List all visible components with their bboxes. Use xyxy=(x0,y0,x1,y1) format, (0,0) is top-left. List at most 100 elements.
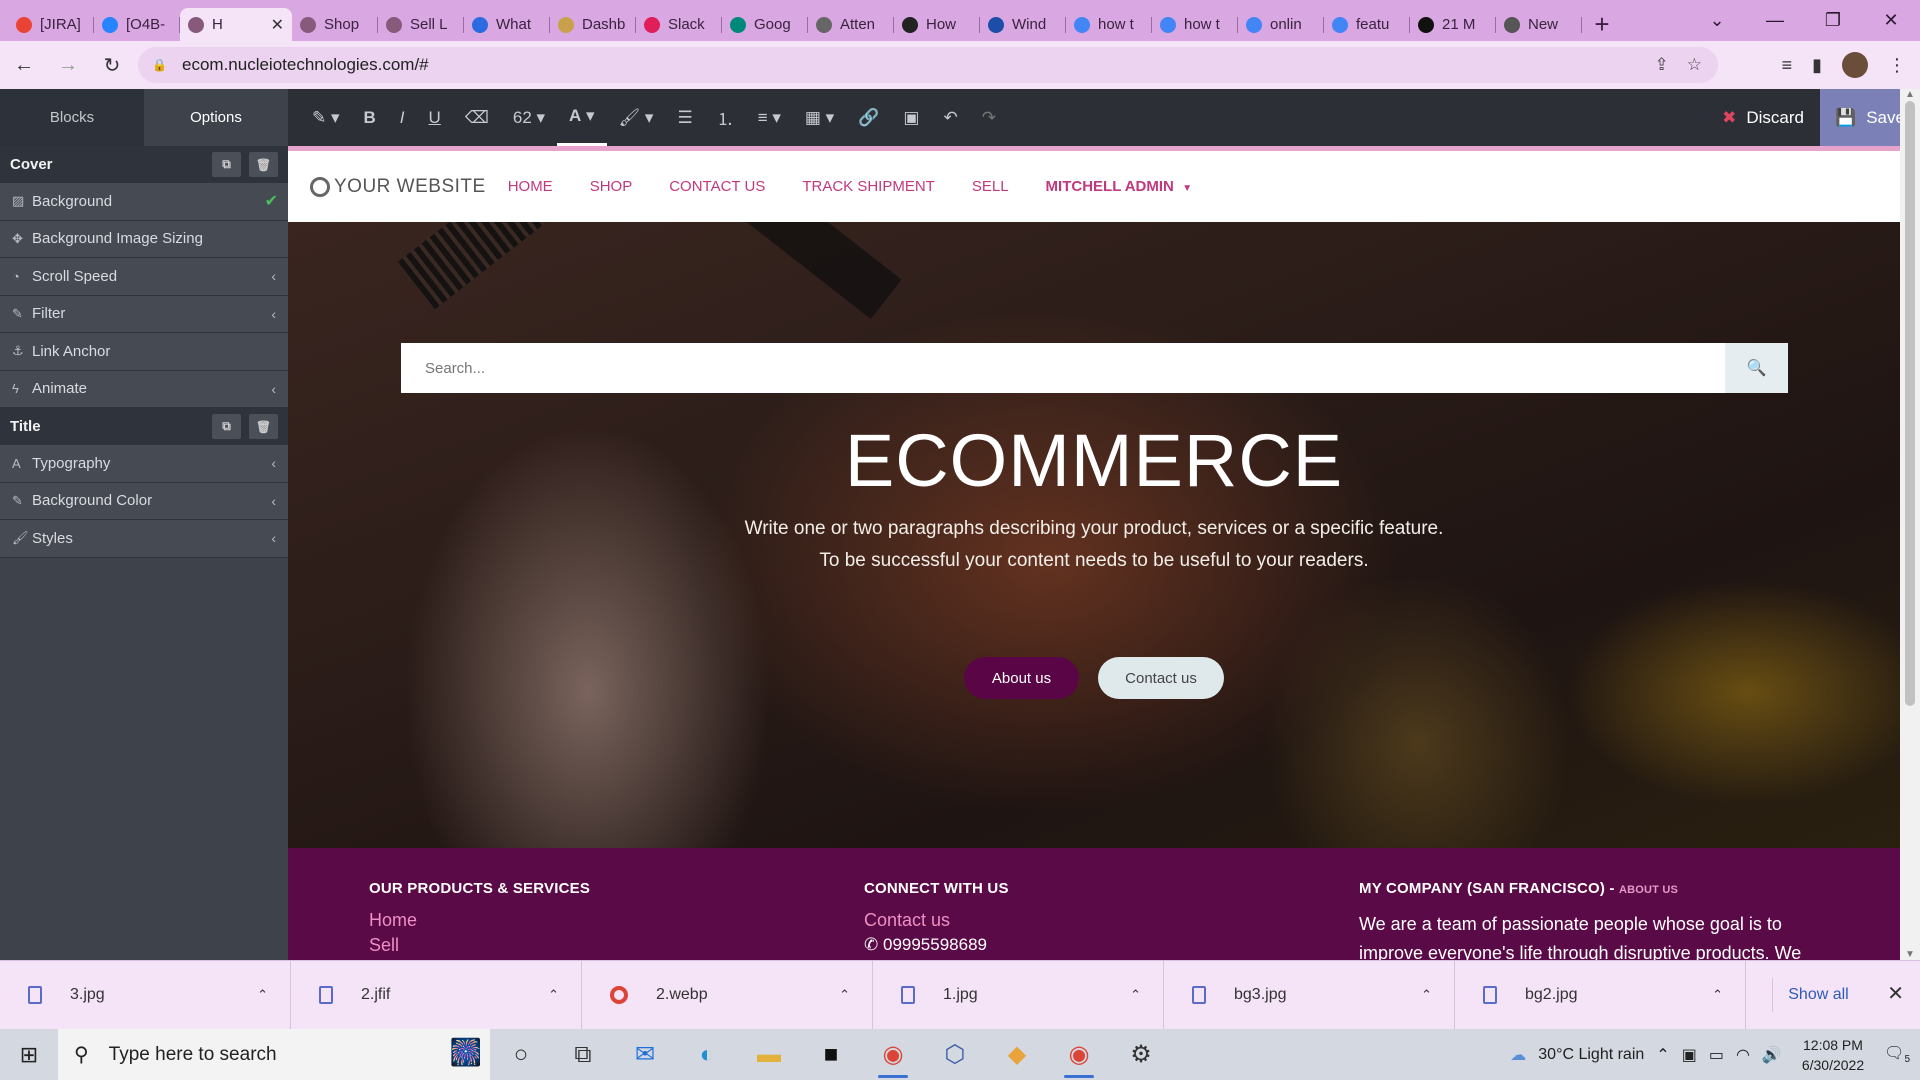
scrollbar-thumb[interactable] xyxy=(1905,101,1915,706)
link-icon[interactable]: 🔗 xyxy=(846,89,891,146)
eraser-icon[interactable]: ⌫ xyxy=(453,89,501,146)
footer-link-contact[interactable]: Contact us xyxy=(864,910,1009,931)
chevron-up-icon[interactable]: ⌃ xyxy=(548,987,559,1003)
sidebar-option[interactable]: ϟ Animate ‹ xyxy=(0,370,288,408)
virtualbox-icon[interactable]: ⬡ xyxy=(924,1029,986,1080)
nav-track-shipment[interactable]: TRACK SHIPMENT xyxy=(802,178,935,195)
tab-options[interactable]: Options xyxy=(144,89,288,146)
contact-us-button[interactable]: Contact us xyxy=(1098,657,1224,699)
restore-button[interactable]: ❐ xyxy=(1804,0,1862,41)
hero-cover[interactable]: 🔍 ECOMMERCE Write one or two paragraphs … xyxy=(288,222,1900,848)
hero-paragraph[interactable]: Write one or two paragraphs describing y… xyxy=(288,513,1900,577)
chevron-up-icon[interactable]: ⌃ xyxy=(1421,987,1432,1003)
browser-tab[interactable]: [O4B- xyxy=(94,8,180,41)
tray-chevron-up-icon[interactable]: ⌃ xyxy=(1656,1045,1669,1065)
tab-search-icon[interactable]: ⌄ xyxy=(1688,0,1746,41)
hero-title[interactable]: ECOMMERCE xyxy=(288,418,1900,503)
italic-button[interactable]: I xyxy=(388,89,417,146)
about-us-small-link[interactable]: ABOUT US xyxy=(1619,884,1678,896)
side-panel-icon[interactable]: ▮ xyxy=(1812,55,1822,76)
sidebar-option[interactable]: ✎ Filter ‹ xyxy=(0,295,288,333)
browser-tab[interactable]: Dashb xyxy=(550,8,636,41)
browser-tab[interactable]: [JIRA] xyxy=(8,8,94,41)
about-us-button[interactable]: About us xyxy=(964,657,1079,699)
bullet-list-icon[interactable]: ☰ xyxy=(665,89,704,146)
browser-tab[interactable]: Wind xyxy=(980,8,1066,41)
nav-home[interactable]: HOME xyxy=(508,178,553,195)
bookmark-star-icon[interactable]: ☆ xyxy=(1687,55,1702,75)
trash-icon[interactable]: 🗑 xyxy=(249,414,278,439)
scroll-up-arrow-icon[interactable]: ▲ xyxy=(1905,89,1915,100)
chevron-up-icon[interactable]: ⌃ xyxy=(839,987,850,1003)
font-size-dropdown[interactable]: 62 ▾ xyxy=(501,89,557,146)
browser-tab[interactable]: how t xyxy=(1152,8,1238,41)
notifications-icon[interactable]: 🗨5 xyxy=(1884,1043,1910,1065)
download-item[interactable]: 2.webp ⌃ xyxy=(582,960,873,1030)
trash-icon[interactable]: 🗑 xyxy=(249,152,278,177)
align-dropdown[interactable]: ≡ ▾ xyxy=(746,89,793,146)
reading-list-icon[interactable]: ≡ xyxy=(1782,55,1793,76)
download-item[interactable]: 1.jpg ⌃ xyxy=(873,960,1164,1030)
footer-link-sell[interactable]: Sell xyxy=(369,935,590,956)
close-tab-icon[interactable]: ✕ xyxy=(271,15,284,35)
sublime-icon[interactable]: ◆ xyxy=(986,1029,1048,1080)
cortana-icon[interactable]: ○ xyxy=(490,1029,552,1080)
edge-icon[interactable]: ◐ xyxy=(676,1029,738,1080)
footer-link-home[interactable]: Home xyxy=(369,910,590,931)
redo-icon[interactable]: ↷ xyxy=(970,89,1008,146)
download-item[interactable]: bg3.jpg ⌃ xyxy=(1164,960,1455,1030)
download-item[interactable]: 3.jpg ⌃ xyxy=(0,960,291,1030)
chevron-up-icon[interactable]: ⌃ xyxy=(1130,987,1141,1003)
sidebar-option[interactable]: A Typography ‹ xyxy=(0,445,288,483)
duplicate-icon[interactable]: ⧉ xyxy=(212,152,241,177)
minimize-button[interactable]: — xyxy=(1746,0,1804,41)
address-bar[interactable]: 🔒 ecom.nucleiotechnologies.com/# ⇪ ☆ xyxy=(138,47,1718,83)
profile-avatar[interactable] xyxy=(1842,52,1868,78)
download-item[interactable]: bg2.jpg ⌃ xyxy=(1455,960,1746,1030)
nav-sell[interactable]: SELL xyxy=(972,178,1009,195)
table-dropdown[interactable]: ▦ ▾ xyxy=(793,89,846,146)
forward-button[interactable]: → xyxy=(48,45,88,85)
task-view-icon[interactable]: ⧉ xyxy=(552,1029,614,1080)
undo-icon[interactable]: ↶ xyxy=(931,89,969,146)
magic-wand-dropdown[interactable]: ✎ ▾ xyxy=(300,89,352,146)
download-item[interactable]: 2.jfif ⌃ xyxy=(291,960,582,1030)
show-all-downloads-button[interactable]: Show all xyxy=(1772,978,1864,1012)
weather-icon[interactable]: ☁ xyxy=(1510,1045,1526,1065)
sidebar-option[interactable]: ✥ Background Image Sizing xyxy=(0,220,288,258)
page-scrollbar[interactable]: ▲ ▼ xyxy=(1900,89,1920,960)
tray-app-icon[interactable]: ▣ xyxy=(1682,1045,1697,1065)
text-color-dropdown[interactable]: A ▾ xyxy=(557,89,607,146)
browser-tab[interactable]: How xyxy=(894,8,980,41)
volume-icon[interactable]: 🔊 xyxy=(1762,1045,1782,1065)
browser-tab[interactable]: What xyxy=(464,8,550,41)
sidebar-option[interactable]: ▨ Background ✔ xyxy=(0,183,288,221)
browser-tab[interactable]: New xyxy=(1496,8,1582,41)
weather-text[interactable]: 30°C Light rain xyxy=(1538,1046,1644,1064)
media-icon[interactable]: ▣ xyxy=(891,89,931,146)
search-input[interactable] xyxy=(401,343,1725,393)
sidebar-option[interactable]: ✎ Background Color ‹ xyxy=(0,482,288,520)
taskbar-search[interactable]: ⚲ Type here to search 🎆 xyxy=(58,1029,490,1080)
nav-shop[interactable]: SHOP xyxy=(590,178,633,195)
chevron-up-icon[interactable]: ⌃ xyxy=(257,987,268,1003)
user-menu[interactable]: MITCHELL ADMIN ▼ xyxy=(1046,178,1193,195)
scroll-down-arrow-icon[interactable]: ▼ xyxy=(1905,949,1915,960)
sidebar-option[interactable]: ⚓ Link Anchor xyxy=(0,333,288,371)
chrome-profile-icon[interactable]: ◉ xyxy=(1048,1029,1110,1080)
browser-tab[interactable]: onlin xyxy=(1238,8,1324,41)
bold-button[interactable]: B xyxy=(352,89,388,146)
reload-button[interactable]: ↻ xyxy=(92,45,132,85)
tab-blocks[interactable]: Blocks xyxy=(0,89,144,146)
browser-tab[interactable]: Slack xyxy=(636,8,722,41)
duplicate-icon[interactable]: ⧉ xyxy=(212,414,241,439)
discard-button[interactable]: ✖ Discard xyxy=(1706,89,1820,146)
back-button[interactable]: ← xyxy=(4,45,44,85)
share-icon[interactable]: ⇪ xyxy=(1655,55,1669,75)
site-logo[interactable]: YOUR WEBSITE xyxy=(310,176,486,198)
highlight-color-dropdown[interactable]: 🖌 ▾ xyxy=(607,89,666,146)
clock[interactable]: 12:08 PM 6/30/2022 xyxy=(1802,1035,1864,1075)
terminal-icon[interactable]: ■ xyxy=(800,1029,862,1080)
browser-tab[interactable]: how t xyxy=(1066,8,1152,41)
settings-gear-icon[interactable]: ⚙ xyxy=(1110,1029,1172,1080)
